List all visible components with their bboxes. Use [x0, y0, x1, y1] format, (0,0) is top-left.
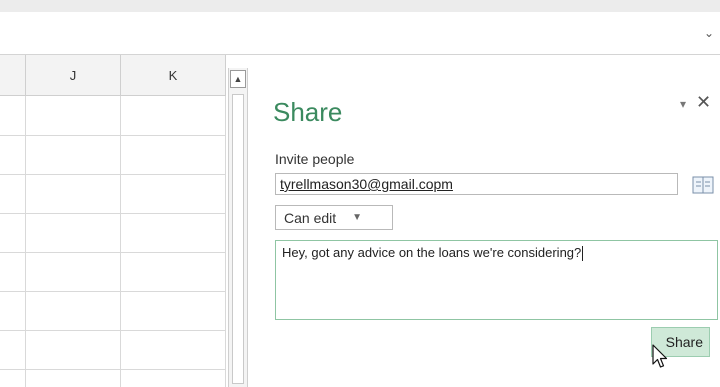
chevron-down-icon[interactable]: ⌄ — [704, 26, 714, 40]
invite-people-label: Invite people — [275, 151, 355, 167]
grid-line — [0, 291, 226, 292]
column-header-j[interactable]: J — [26, 55, 121, 96]
invite-email-input[interactable] — [275, 173, 678, 195]
column-header-i[interactable] — [0, 55, 26, 96]
address-book-icon[interactable] — [692, 176, 714, 194]
message-text: Hey, got any advice on the loans we're c… — [282, 245, 582, 260]
scroll-thumb[interactable] — [232, 94, 244, 384]
grid-line — [0, 330, 226, 331]
text-caret — [582, 246, 584, 262]
grid-line — [0, 213, 226, 214]
grid-line — [0, 252, 226, 253]
grid-line — [120, 96, 121, 387]
grid-line — [0, 174, 226, 175]
formula-bar[interactable]: ⌄ — [0, 12, 720, 55]
chevron-down-icon: ▼ — [352, 212, 363, 223]
permission-dropdown[interactable]: Can edit ▼ — [275, 205, 393, 230]
grid-line — [0, 135, 226, 136]
pane-options-icon[interactable]: ▾ — [680, 97, 686, 111]
grid-line — [0, 369, 226, 370]
column-header-k[interactable]: K — [121, 55, 226, 96]
scroll-up-button[interactable]: ▲ — [230, 70, 246, 88]
vertical-scrollbar[interactable]: ▲ — [228, 68, 248, 387]
grid-line — [225, 96, 226, 387]
mouse-pointer-icon — [652, 344, 668, 368]
pane-title: Share — [273, 97, 343, 127]
permission-value: Can edit — [284, 209, 337, 226]
spreadsheet-grid[interactable]: J K — [0, 55, 226, 387]
top-ribbon-strip — [0, 0, 720, 12]
grid-line — [25, 96, 26, 387]
share-pane: Share ▾ ✕ Invite people Can edit ▼ Hey, … — [255, 55, 720, 387]
message-textarea[interactable]: Hey, got any advice on the loans we're c… — [275, 240, 718, 320]
close-icon[interactable]: ✕ — [696, 92, 711, 113]
